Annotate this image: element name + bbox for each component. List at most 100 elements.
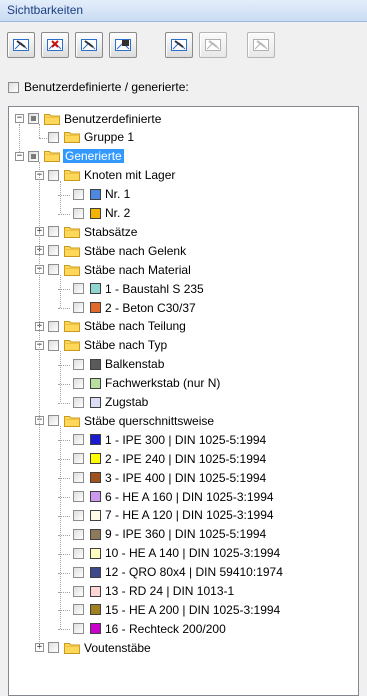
- tree-node-label: 1 - IPE 300 | DIN 1025-5:1994: [105, 432, 267, 447]
- tree-folder-node[interactable]: − Stäbe nach Typ: [35, 337, 167, 354]
- visibility-checkbox[interactable]: [73, 377, 84, 389]
- tree-item-node[interactable]: 1 - IPE 300 | DIN 1025-5:1994: [60, 431, 266, 448]
- color-swatch: [90, 358, 101, 370]
- folder-icon: [64, 245, 80, 257]
- tree-folder-node[interactable]: − Stäbe nach Material: [35, 261, 191, 278]
- tree-guide-line: [60, 180, 61, 214]
- tree-item-node[interactable]: Nr. 2: [60, 205, 130, 222]
- tree-node-label: Fachwerkstab (nur N): [105, 376, 221, 391]
- tree-item-node[interactable]: Balkenstab: [60, 356, 164, 373]
- tree-folder-node[interactable]: Gruppe 1: [35, 129, 134, 146]
- tree-node-label: Balkenstab: [105, 357, 165, 372]
- toolbar-button-6[interactable]: [199, 32, 227, 58]
- tree-folder-node[interactable]: − Benutzerdefinierte: [15, 110, 161, 127]
- tree-node-label: Generierte: [63, 149, 124, 164]
- toolbar-button-1[interactable]: [7, 32, 35, 58]
- tree-item-node[interactable]: 16 - Rechteck 200/200: [60, 620, 226, 637]
- tree-item-node[interactable]: 13 - RD 24 | DIN 1013-1: [60, 583, 234, 600]
- visibility-checkbox[interactable]: [73, 491, 84, 502]
- tree-folder-node[interactable]: − Knoten mit Lager: [35, 167, 175, 184]
- tree-folder-node[interactable]: + Stäbe nach Teilung: [35, 318, 186, 335]
- toolbar-button-3[interactable]: [75, 32, 103, 58]
- tree-folder-node[interactable]: + Stabsätze: [35, 223, 137, 240]
- toolbar-button-2[interactable]: [41, 32, 69, 58]
- visibility-checkbox[interactable]: [73, 396, 84, 408]
- show-user-defined-icon: [170, 37, 188, 53]
- folder-icon: [44, 150, 60, 163]
- visibility-checkbox[interactable]: [73, 509, 84, 521]
- tree-folder-node[interactable]: − Stäbe querschnittsweise: [35, 412, 214, 429]
- tree-guide-line: [19, 124, 20, 152]
- tree-folder-node[interactable]: − Generierte: [15, 148, 124, 165]
- visibility-checkbox[interactable]: [73, 207, 84, 219]
- tree-item-node[interactable]: 6 - HE A 160 | DIN 1025-3:1994: [60, 488, 274, 505]
- toolbar-button-4[interactable]: [109, 32, 137, 58]
- tree-item-node[interactable]: 10 - HE A 140 | DIN 1025-3:1994: [60, 545, 280, 562]
- folder-icon: [44, 113, 60, 125]
- tree-node-label: Stäbe nach Typ: [84, 338, 168, 353]
- visibility-checkbox[interactable]: [73, 528, 84, 540]
- tree-item-node[interactable]: Nr. 1: [60, 186, 130, 203]
- visibility-tree[interactable]: − Benutzerdefinierte Gruppe 1 − Generierte − K…: [8, 106, 359, 696]
- tree-item-node[interactable]: 15 - HE A 200 | DIN 1025-3:1994: [60, 601, 280, 618]
- tree-node-label: 7 - HE A 120 | DIN 1025-3:1994: [105, 508, 274, 523]
- tree-item-node[interactable]: Fachwerkstab (nur N): [60, 375, 220, 392]
- visibility-checkbox[interactable]: [73, 188, 84, 200]
- visibility-checkbox[interactable]: [73, 283, 84, 295]
- tree-folder-node[interactable]: + Stäbe nach Gelenk: [35, 242, 186, 259]
- user-generated-checkbox[interactable]: [8, 81, 19, 93]
- toolbar-button-7[interactable]: [247, 32, 275, 58]
- visibility-checkbox[interactable]: [73, 434, 84, 446]
- tree-node-label: Stäbe nach Teilung: [84, 319, 186, 334]
- color-swatch: [90, 396, 101, 408]
- collapse-icon[interactable]: −: [15, 151, 24, 161]
- tree-node-label: Stäbe nach Material: [84, 262, 191, 277]
- tree-folder-node[interactable]: + Voutenstäbe: [35, 639, 151, 656]
- visibility-checkbox[interactable]: [48, 264, 59, 276]
- visibility-checkbox[interactable]: [73, 302, 84, 313]
- tree-node-label: 9 - IPE 360 | DIN 1025-5:1994: [105, 527, 267, 542]
- visibility-checkbox[interactable]: [48, 131, 59, 143]
- visibility-checkbox[interactable]: [28, 150, 39, 162]
- collapse-icon[interactable]: −: [15, 114, 24, 123]
- color-swatch: [90, 377, 101, 389]
- visibility-checkbox[interactable]: [48, 169, 59, 181]
- visibility-checkbox[interactable]: [48, 245, 59, 257]
- visibility-checkbox[interactable]: [48, 642, 59, 654]
- visibility-checkbox[interactable]: [48, 226, 59, 238]
- visibility-checkbox[interactable]: [73, 547, 84, 559]
- tree-item-node[interactable]: 12 - QRO 80x4 | DIN 59410:1974: [60, 564, 283, 581]
- tree-item-node[interactable]: 7 - HE A 120 | DIN 1025-3:1994: [60, 507, 274, 524]
- visibility-checkbox[interactable]: [28, 113, 39, 124]
- color-swatch: [90, 207, 101, 219]
- hide-selected-icon: [46, 37, 64, 53]
- tree-item-node[interactable]: 2 - IPE 240 | DIN 1025-5:1994: [60, 450, 266, 467]
- visibility-checkbox[interactable]: [73, 623, 84, 635]
- panel-title: Sichtbarkeiten: [0, 0, 367, 22]
- tree-item-node[interactable]: 9 - IPE 360 | DIN 1025-5:1994: [60, 526, 266, 543]
- user-generated-filter[interactable]: Benutzerdefinierte / generierte:: [8, 79, 189, 95]
- color-swatch: [90, 434, 101, 446]
- toolbar-button-5[interactable]: [165, 32, 193, 58]
- visibility-checkbox[interactable]: [48, 339, 59, 351]
- color-swatch: [90, 283, 101, 295]
- tree-node-label: Stäbe nach Gelenk: [84, 243, 187, 258]
- visibility-checkbox[interactable]: [48, 415, 59, 427]
- tree-item-node[interactable]: Zugstab: [60, 394, 148, 411]
- visibility-checkbox[interactable]: [73, 566, 84, 578]
- folder-icon: [64, 264, 80, 276]
- tree-item-node[interactable]: 3 - IPE 400 | DIN 1025-5:1994: [60, 469, 266, 486]
- visibility-checkbox[interactable]: [48, 320, 59, 332]
- tree-node-label: Zugstab: [105, 395, 149, 409]
- visibility-checkbox[interactable]: [73, 358, 84, 370]
- tree-item-node[interactable]: 1 - Baustahl S 235: [60, 280, 204, 297]
- visibility-checkbox[interactable]: [73, 472, 84, 484]
- color-swatch: [90, 302, 101, 313]
- folder-icon: [64, 320, 80, 333]
- visibility-checkbox[interactable]: [73, 453, 84, 465]
- color-swatch: [90, 623, 101, 635]
- color-swatch: [90, 453, 101, 465]
- visibility-checkbox[interactable]: [73, 604, 84, 616]
- visibility-checkbox[interactable]: [73, 585, 84, 597]
- tree-item-node[interactable]: 2 - Beton C30/37: [60, 299, 196, 316]
